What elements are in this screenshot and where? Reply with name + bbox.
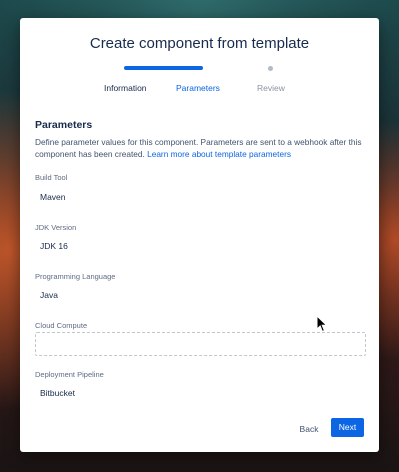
learn-more-link[interactable]: Learn more about template parameters: [147, 149, 291, 159]
field-label-programming-language: Programming Language: [35, 272, 116, 281]
progress-step-dot-review: [268, 66, 273, 71]
field-label-jdk-version: JDK Version: [35, 223, 77, 232]
section-heading: Parameters: [35, 119, 93, 131]
next-button[interactable]: Next: [331, 418, 364, 437]
field-label-build-tool: Build Tool: [35, 173, 68, 182]
dialog-title: Create component from template: [89, 35, 310, 52]
back-button[interactable]: Back: [292, 421, 326, 437]
step-parameters[interactable]: Parameters: [176, 83, 220, 93]
progress-bar-completed: [124, 66, 203, 70]
field-deployment-pipeline[interactable]: Bitbucket: [40, 388, 75, 398]
field-label-cloud-compute: Cloud Compute: [35, 321, 88, 330]
section-description: Define parameter values for this compone…: [35, 136, 368, 160]
mouse-pointer-icon: [316, 315, 328, 333]
field-programming-language[interactable]: Java: [40, 290, 58, 300]
field-build-tool[interactable]: Maven: [40, 192, 66, 202]
step-review: Review: [257, 83, 285, 93]
field-cloud-compute[interactable]: [35, 332, 366, 356]
field-jdk-version[interactable]: JDK 16: [40, 241, 68, 251]
step-information[interactable]: Information: [104, 83, 147, 93]
field-label-deployment-pipeline: Deployment Pipeline: [35, 370, 104, 379]
create-component-dialog: Create component from template Informati…: [20, 18, 379, 452]
